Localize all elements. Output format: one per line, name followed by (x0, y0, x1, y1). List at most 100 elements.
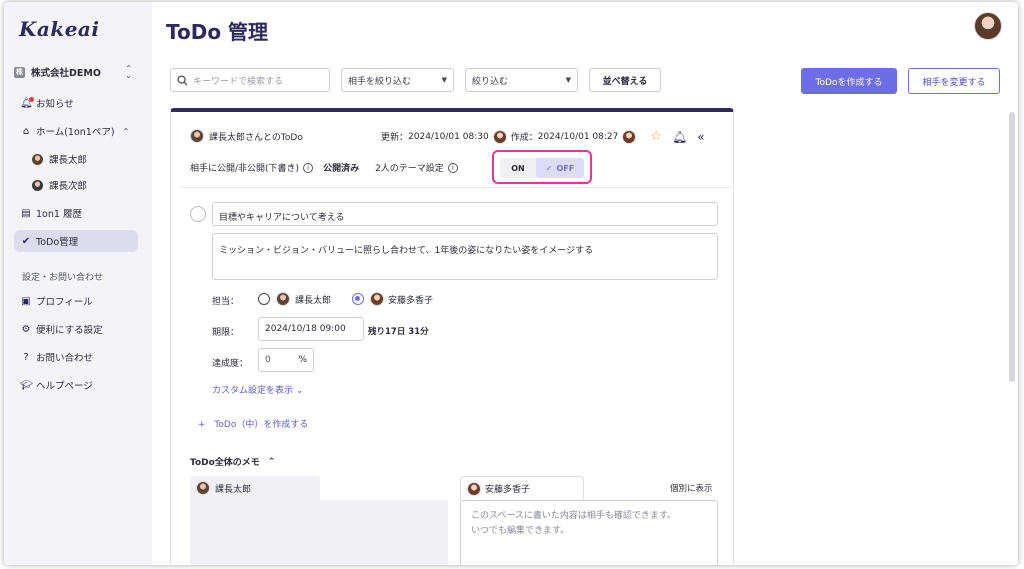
collapse-icon[interactable]: « (697, 130, 704, 144)
avatar (196, 481, 210, 495)
memo-section-header[interactable]: ToDo全体のメモ ⌃ (190, 455, 276, 469)
partner-avatar (190, 129, 204, 143)
assignee-label: 担当： (212, 297, 240, 307)
info-icon[interactable]: i (447, 162, 458, 173)
memo-tab-right: 安藤多香子 (460, 476, 584, 500)
memo-left-area (190, 500, 448, 565)
sidebar-item-help[interactable]: 🎓︎ ヘルプページ (14, 374, 138, 396)
show-individually-link[interactable]: 個別に表示 (670, 482, 713, 494)
sidebar-item-notifications[interactable]: 🔔︎ お知らせ (14, 92, 138, 114)
sidebar-item-label: ToDo管理 (36, 237, 79, 248)
add-sub-label: ToDo（中）を作成する (214, 420, 309, 430)
avatar (32, 179, 43, 191)
sidebar-item-todo[interactable]: ✔ ToDo管理 (14, 230, 138, 252)
search-placeholder: キーワードで検索する (193, 76, 284, 87)
creator-avatar (622, 129, 637, 144)
assignee-option-1[interactable]: 課長太郎 (258, 292, 331, 306)
updater-avatar (492, 129, 507, 144)
assignee-name: 安藤多香子 (388, 295, 434, 306)
company-name: 株式会社DEMO (31, 68, 101, 79)
sidebar-item-profile[interactable]: ▣ プロフィール (14, 290, 138, 312)
sidebar-item-label: 便利にする設定 (36, 325, 103, 336)
created-label: 作成： (510, 133, 538, 143)
page-title: ToDo 管理 (166, 20, 269, 44)
visibility-label: 相手に公開/非公開(下書き) (190, 164, 300, 174)
sidebar-item-pair-1[interactable]: 課長太郎 (26, 148, 136, 170)
assignee-radio[interactable] (258, 293, 270, 305)
check-icon: ✓ (545, 163, 553, 173)
avatar (32, 153, 43, 165)
sidebar-item-pair-2[interactable]: 課長次郎 (26, 174, 136, 196)
due-date-input[interactable]: 2024/10/18 09:00 (258, 317, 364, 341)
info-icon[interactable]: i (303, 162, 314, 173)
select-label: 絞り込む (472, 76, 509, 87)
sidebar-item-history[interactable]: ▤ 1on1 履歴 (14, 202, 138, 224)
sidebar-item-label: お知らせ (36, 99, 74, 110)
chevron-down-icon: ⌄ (295, 386, 304, 396)
complete-checkbox[interactable] (190, 206, 206, 222)
scrollbar[interactable] (1009, 112, 1015, 382)
updated-time: 2024/10/01 08:30 (408, 131, 489, 142)
show-custom-settings-link[interactable]: カスタム設定を表示 ⌄ (212, 383, 303, 396)
bell-icon[interactable]: 🔔︎ (672, 130, 687, 144)
sidebar-item-label: 課長次郎 (49, 181, 88, 192)
memo-placeholder-line: このスペースに書いた内容は相手も確認できます。 (471, 511, 677, 521)
settings-section-label: 設定・お問い合わせ (22, 273, 104, 283)
created-time: 2024/10/01 08:27 (537, 131, 619, 142)
memo-title: ToDo全体のメモ (190, 458, 260, 468)
company-switcher[interactable]: 株 株式会社DEMO ⌃ ⌄ (14, 62, 132, 82)
card-header: 課長太郎さんとのToDo (190, 129, 303, 143)
remaining-time: 残り17日 31分 (368, 327, 429, 337)
create-todo-button[interactable]: ToDoを作成する (801, 68, 897, 94)
filter-select[interactable]: 絞り込む ▼ (465, 68, 578, 92)
graduation-cap-icon: 🎓︎ (20, 379, 33, 391)
toggle-on[interactable]: ON (500, 164, 536, 173)
sidebar-item-label: ヘルプページ (36, 381, 93, 392)
partner-filter-select[interactable]: 相手を絞り込む ▼ (341, 68, 454, 92)
star-icon[interactable]: ☆ (650, 129, 662, 144)
theme-setting-label: 2人のテーマ設定 (375, 164, 444, 174)
user-avatar[interactable] (974, 12, 1002, 40)
change-partner-button[interactable]: 相手を変更する (908, 68, 1000, 94)
history-icon: ▤ (21, 207, 31, 219)
description-textarea[interactable]: ミッション・ビジョン・バリューに照らし合わせて、1年後の姿になりたい姿をイメージ… (212, 233, 718, 280)
progress-unit: % (298, 355, 307, 365)
check-circle-icon: ✔ (21, 235, 31, 247)
chevron-up-icon: ⌃ (267, 456, 276, 467)
theme-toggle[interactable]: ON ✓ OFF (500, 158, 584, 178)
avatar (467, 481, 481, 496)
memo-placeholder-line: いつでも編集できます。 (471, 526, 570, 536)
search-input[interactable]: キーワードで検索する (170, 68, 330, 92)
goal-input[interactable]: 目標やキャリアについて考える (212, 202, 718, 226)
avatar (276, 292, 290, 306)
profile-icon: ▣ (21, 295, 31, 307)
sidebar-item-home[interactable]: ⌂ ホーム(1on1ペア) ⌃ (14, 120, 138, 142)
visibility-status: 公開済み (323, 164, 360, 174)
assignee-radio-selected[interactable] (352, 293, 364, 305)
memo-tab-left: 課長太郎 (190, 476, 320, 500)
assignee-option-2[interactable]: 安藤多香子 (352, 292, 433, 306)
company-icon: 株 (14, 66, 25, 78)
plus-icon: + (198, 420, 206, 430)
home-icon: ⌂ (22, 125, 30, 137)
memo-textarea[interactable]: このスペースに書いた内容は相手も確認できます。 いつでも編集できます。 (460, 500, 718, 565)
custom-link-label: カスタム設定を表示 (212, 386, 294, 396)
notification-dot (29, 96, 34, 102)
caret-down-icon: ▼ (565, 76, 571, 84)
sidebar: Kakeai 株 株式会社DEMO ⌃ ⌄ 🔔︎ お知らせ ⌂ ホーム(1on1ペ… (4, 2, 152, 565)
toggle-off[interactable]: ✓ OFF (536, 158, 584, 178)
progress-label: 達成度： (212, 359, 249, 369)
assignee-name: 課長太郎 (295, 295, 332, 306)
sidebar-item-label: ホーム(1on1ペア) (36, 127, 115, 138)
due-label: 期限： (212, 328, 240, 338)
progress-input[interactable]: 0 % (258, 348, 314, 372)
sidebar-item-contact[interactable]: ? お問い合わせ (14, 346, 138, 368)
sort-button[interactable]: 並べ替える (589, 68, 661, 92)
avatar (370, 292, 384, 306)
chevron-up-icon[interactable]: ⌃ (123, 127, 130, 136)
add-sub-todo-link[interactable]: + ToDo（中）を作成する (198, 417, 308, 430)
updated-label: 更新： (381, 133, 409, 143)
sidebar-item-preferences[interactable]: ⚙ 便利にする設定 (14, 318, 138, 340)
sidebar-item-label: プロフィール (36, 297, 93, 308)
card-meta: 更新： 2024/10/01 08:30 作成： 2024/10/01 08:2… (381, 129, 705, 144)
